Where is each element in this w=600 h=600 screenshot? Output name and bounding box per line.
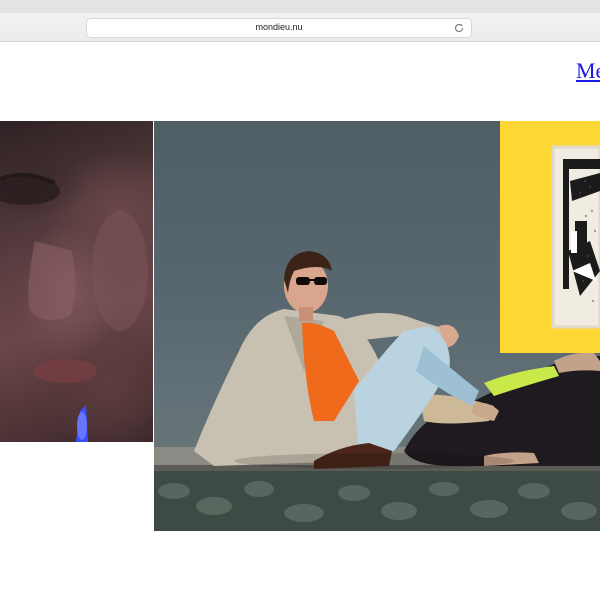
- faces-photo: [0, 172, 148, 442]
- gallery-image-artwork[interactable]: [500, 121, 600, 353]
- artwork-image: [551, 145, 600, 329]
- gallery: [0, 42, 600, 600]
- gallery-image-faces[interactable]: [0, 121, 153, 442]
